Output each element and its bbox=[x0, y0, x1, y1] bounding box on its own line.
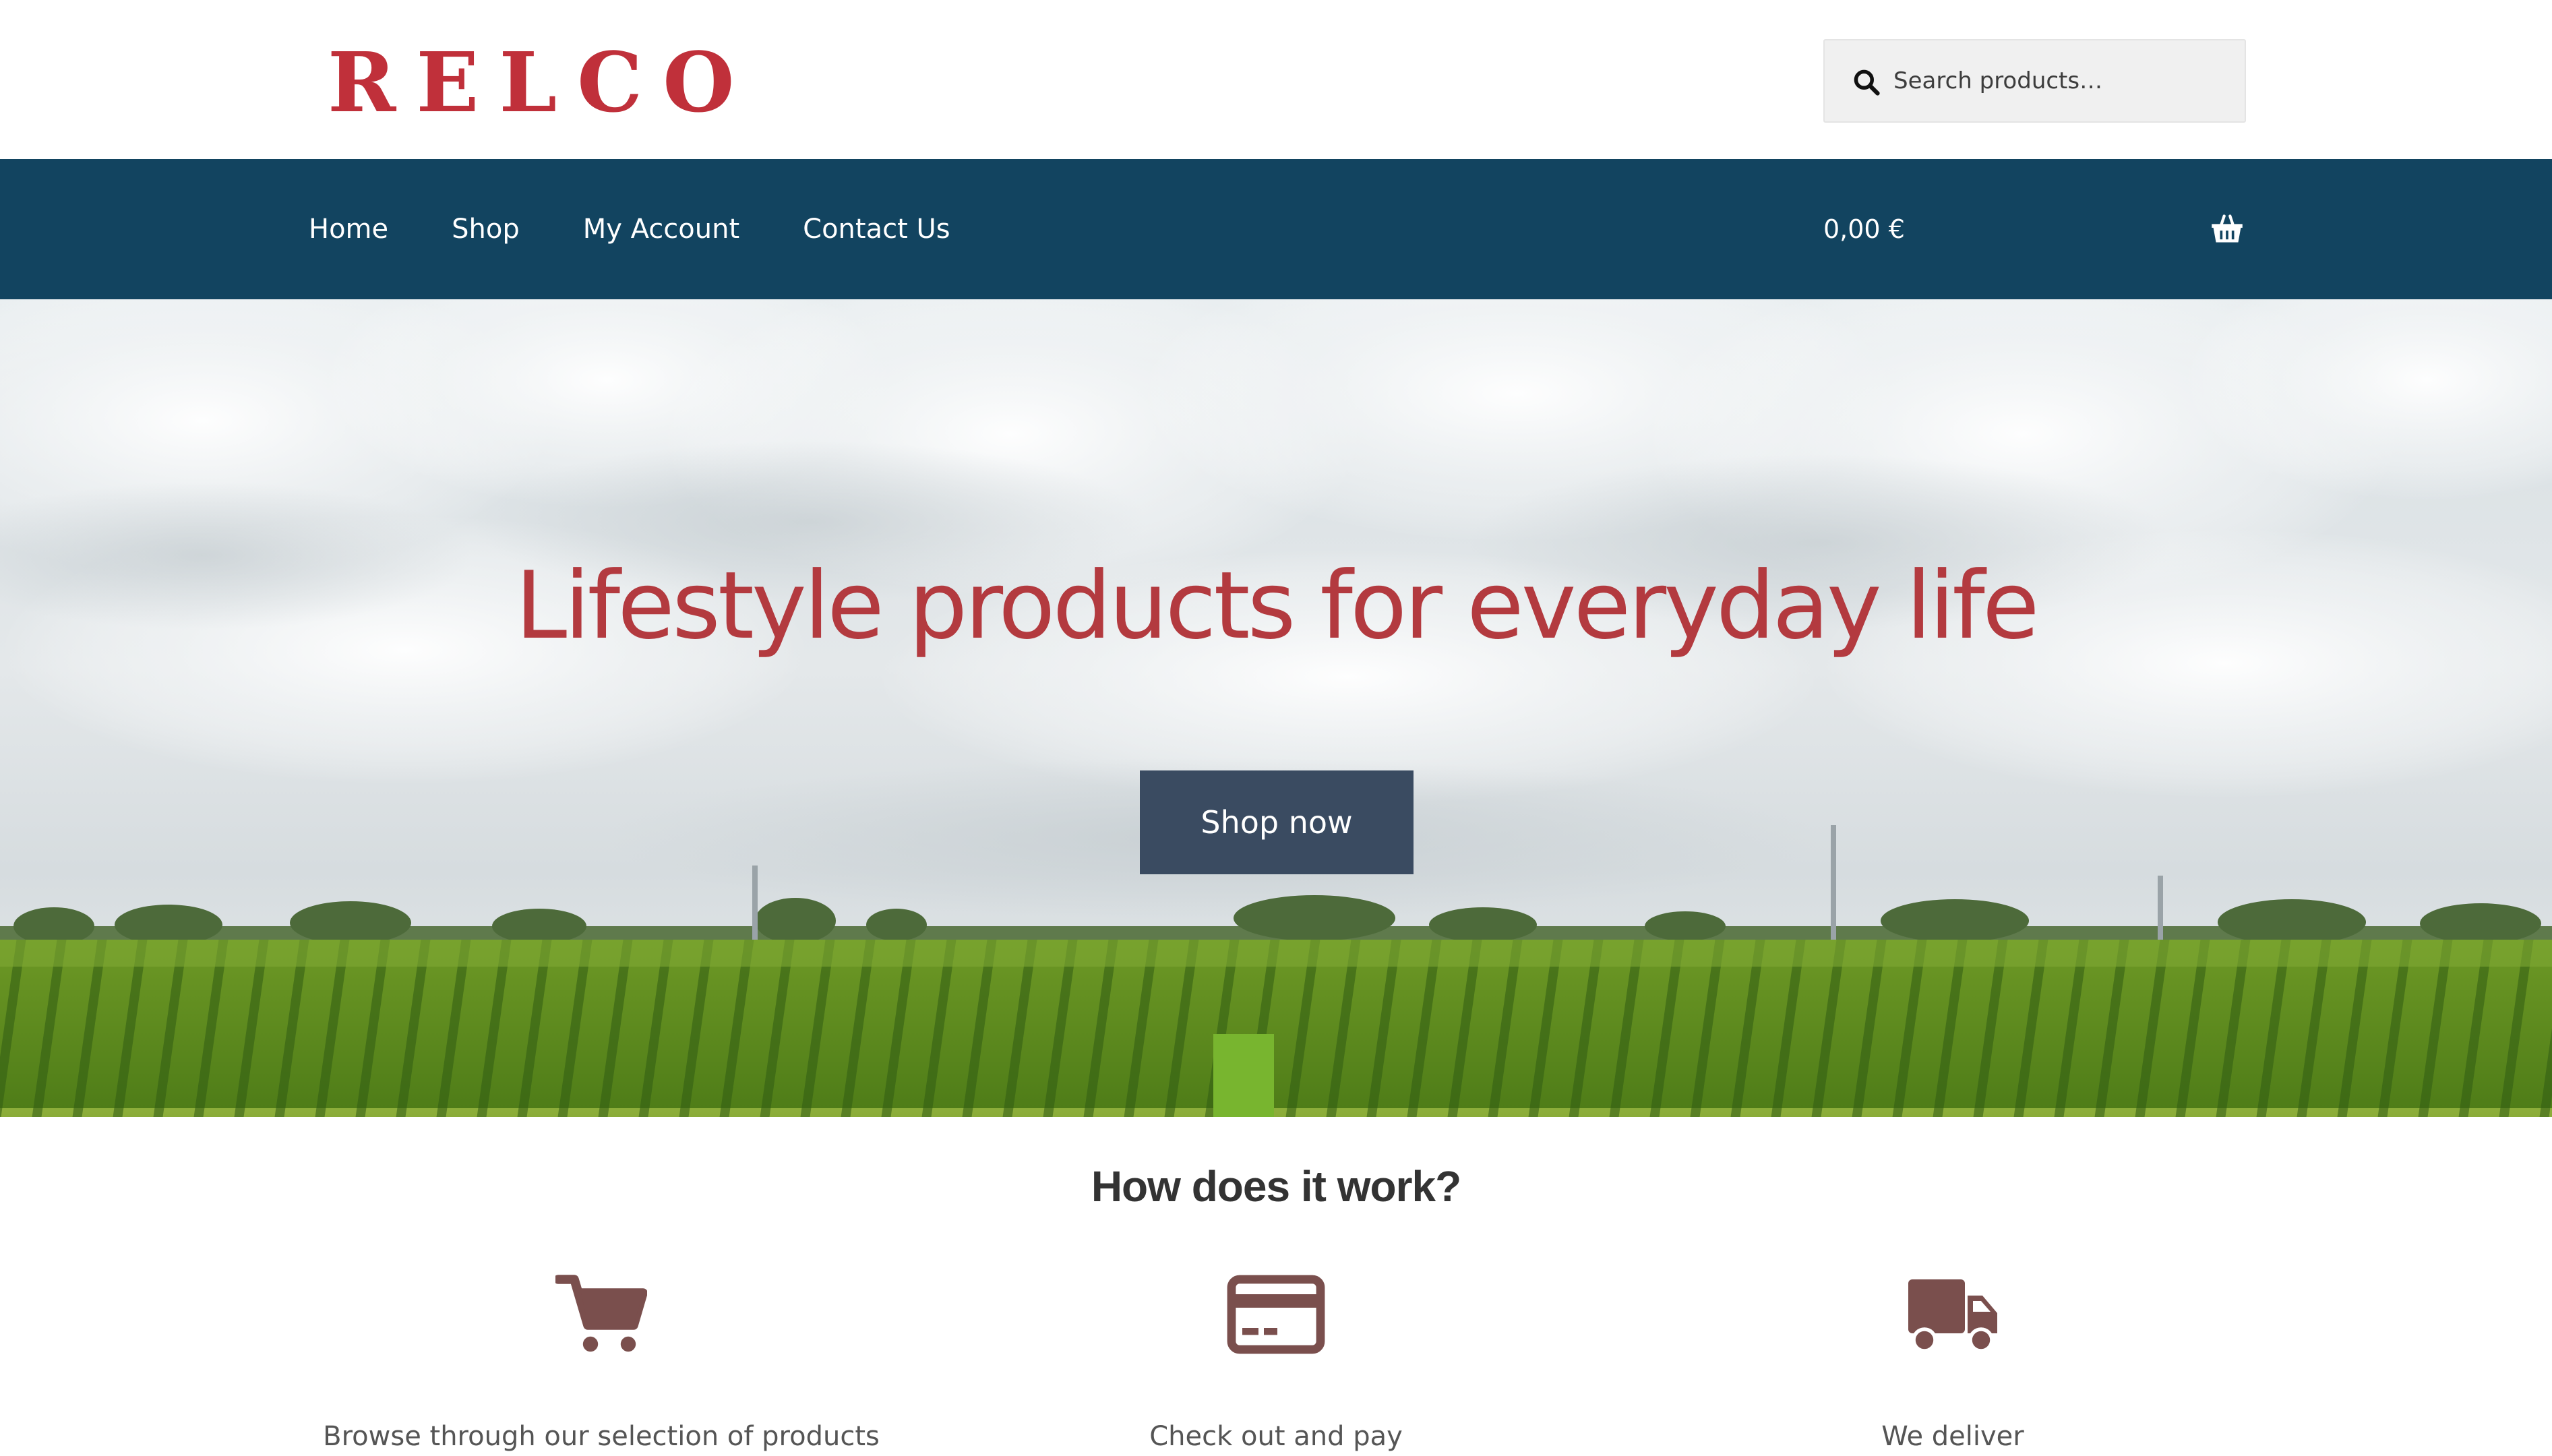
site-header: RELCO bbox=[0, 0, 2552, 159]
main-navigation: Home Shop My Account Contact Us 0,00 € bbox=[0, 159, 2552, 299]
basket-icon[interactable] bbox=[2210, 212, 2245, 247]
search-input[interactable] bbox=[1892, 40, 2229, 121]
nav-link-home[interactable]: Home bbox=[309, 214, 388, 245]
search-box[interactable] bbox=[1823, 39, 2246, 123]
hero-banner: Lifestyle products for everyday life Sho… bbox=[0, 299, 2552, 1117]
nav-link-contact-us[interactable]: Contact Us bbox=[803, 214, 950, 245]
step-deliver-caption: We deliver bbox=[1881, 1421, 2024, 1452]
delivery-truck-icon bbox=[1908, 1279, 1997, 1353]
hero-background-image bbox=[0, 299, 2552, 1117]
step-browse-caption: Browse through our selection of products bbox=[323, 1421, 880, 1452]
credit-card-icon bbox=[1227, 1275, 1325, 1354]
site-logo[interactable]: RELCO bbox=[328, 41, 755, 123]
nav-link-my-account[interactable]: My Account bbox=[583, 214, 739, 245]
step-checkout-caption: Check out and pay bbox=[1149, 1421, 1403, 1452]
how-it-works-title: How does it work? bbox=[1091, 1162, 1461, 1211]
shopping-cart-icon bbox=[555, 1275, 647, 1352]
step-checkout: Check out and pay bbox=[973, 1274, 1579, 1456]
cart-total[interactable]: 0,00 € bbox=[1823, 159, 1905, 299]
search-icon bbox=[1854, 69, 1880, 96]
nav-link-shop[interactable]: Shop bbox=[452, 214, 520, 245]
step-deliver: We deliver bbox=[1649, 1274, 2256, 1456]
step-browse: Browse through our selection of products bbox=[298, 1274, 905, 1456]
hero-title: Lifestyle products for everyday life bbox=[515, 551, 2039, 660]
shop-now-button[interactable]: Shop now bbox=[1140, 770, 1414, 874]
nav-links: Home Shop My Account Contact Us bbox=[309, 159, 1014, 299]
